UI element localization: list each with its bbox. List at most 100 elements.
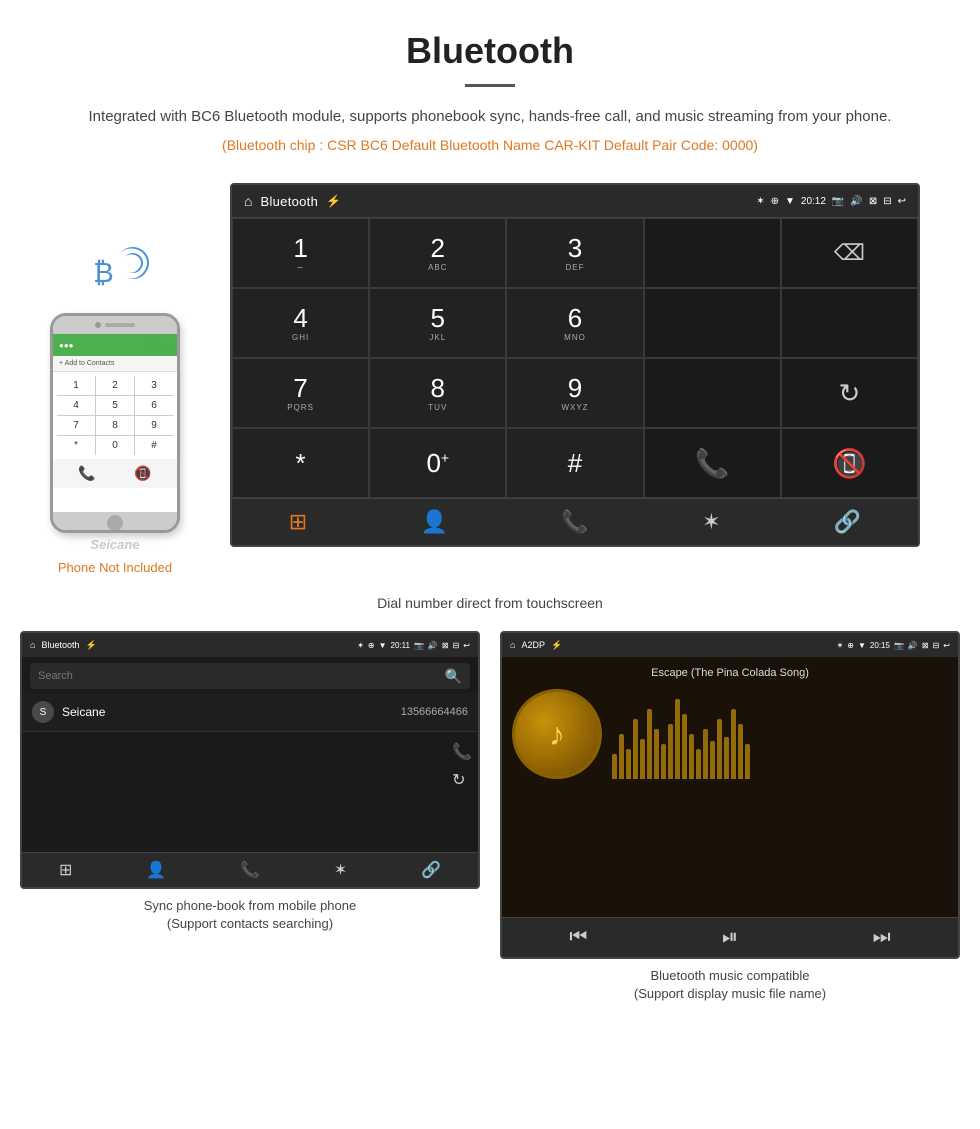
eq-bar-18 [731, 709, 736, 779]
music-bt-icon: ✶ [837, 641, 844, 650]
statusbar-usb-icon: ⚡ [326, 194, 341, 208]
bluetooth-icon: ₿ [93, 257, 114, 289]
dial-key-4[interactable]: 4 GHI [232, 288, 369, 358]
phone-screen-status: MORE [147, 341, 171, 350]
statusbar-back-icon: ↩ [898, 196, 906, 207]
pb-link-icon[interactable]: 🔗 [421, 860, 441, 880]
eq-bar-9 [668, 724, 673, 779]
music-playpause-icon[interactable]: ⏯ [722, 926, 738, 949]
phonebook-side-refresh-icon[interactable]: ↻ [452, 770, 472, 790]
dial-caption: Dial number direct from touchscreen [0, 595, 980, 611]
phonebook-screen: ⌂ Bluetooth ⚡ ✶ ⊕ ▼ 20:11 📷 🔊 ⊠ ⊟ ↩ [20, 631, 480, 889]
phonebook-side-phone-icon[interactable]: 📞 [452, 742, 472, 762]
page-header: Bluetooth Integrated with BC6 Bluetooth … [0, 0, 980, 183]
phone-screen-header: ●●● MORE [53, 334, 177, 356]
eq-bar-15 [710, 741, 715, 779]
statusbar-volume-icon: 🔊 [850, 196, 862, 207]
dial-key-9[interactable]: 9 WXYZ [506, 358, 643, 428]
music-vol-icon: 🔊 [908, 641, 918, 650]
dial-call-red[interactable]: 📵 [781, 428, 918, 498]
music-controls: ⏮ ⏯ ⏭ [502, 917, 958, 957]
contact-row[interactable]: S Seicane 13566664466 [22, 693, 478, 732]
dial-backspace[interactable]: ⌫ [781, 218, 918, 288]
statusbar-signal-icon: ▼ [785, 196, 795, 207]
phonebook-search-bar[interactable]: 🔍 [30, 663, 470, 689]
phonebook-signal-icon: ▼ [379, 641, 387, 650]
music-home-icon[interactable]: ⌂ [510, 640, 515, 650]
music-caption: Bluetooth music compatible(Support displ… [634, 967, 826, 1003]
dial-key-2[interactable]: 2 ABC [369, 218, 506, 288]
dial-key-5[interactable]: 5 JKL [369, 288, 506, 358]
phone-key-1: 1 [57, 376, 95, 395]
nav-phone-icon[interactable]: 📞 [561, 509, 588, 535]
music-back-icon: ↩ [943, 641, 950, 650]
nav-dialpad-icon[interactable]: ⊞ [289, 509, 307, 535]
eq-bar-13 [696, 749, 701, 779]
phonebook-vol-icon: 🔊 [428, 641, 438, 650]
contact-name: Seicane [62, 705, 401, 719]
contact-initial: S [32, 701, 54, 723]
page-title: Bluetooth [60, 30, 920, 72]
dial-empty-2 [644, 288, 781, 358]
phone-add-contact: + Add to Contacts [53, 356, 177, 372]
android-home-icon[interactable]: ⌂ [244, 193, 252, 209]
phone-key-7: 7 [57, 416, 95, 435]
pb-dialpad-icon[interactable]: ⊞ [59, 860, 72, 880]
phonebook-title: Bluetooth [41, 640, 79, 650]
music-source-title: A2DP [521, 640, 545, 650]
phonebook-search-input[interactable] [38, 670, 445, 682]
page-description: Integrated with BC6 Bluetooth module, su… [60, 105, 920, 129]
eq-bar-7 [654, 729, 659, 779]
dial-key-3[interactable]: 3 DEF [506, 218, 643, 288]
dial-key-6[interactable]: 6 MNO [506, 288, 643, 358]
dial-refresh[interactable]: ↻ [781, 358, 918, 428]
dial-key-star[interactable]: * [232, 428, 369, 498]
page-specs: (Bluetooth chip : CSR BC6 Default Blueto… [60, 137, 920, 153]
pb-phone-icon[interactable]: 📞 [240, 860, 260, 880]
music-statusbar-left: ⌂ A2DP ⚡ [510, 640, 562, 651]
nav-link-icon[interactable]: 🔗 [834, 509, 861, 535]
search-icon[interactable]: 🔍 [445, 668, 462, 685]
dialpad-grid: 1 ∽ 2 ABC 3 DEF ⌫ 4 GHI 5 JKL [232, 217, 918, 498]
main-content: ₿ ●●● MORE + Add to Contacts 1 2 3 [0, 183, 980, 575]
phonebook-statusbar-left: ⌂ Bluetooth ⚡ [30, 640, 97, 651]
dial-key-7[interactable]: 7 PQRS [232, 358, 369, 428]
music-x-icon: ⊠ [922, 641, 929, 650]
phonebook-wrap: ⌂ Bluetooth ⚡ ✶ ⊕ ▼ 20:11 📷 🔊 ⊠ ⊟ ↩ [20, 631, 480, 1003]
phone-key-8: 8 [96, 416, 134, 435]
phonebook-x-icon: ⊠ [442, 641, 449, 650]
statusbar-left: ⌂ Bluetooth ⚡ [244, 193, 341, 209]
phonebook-bottom-nav: ⊞ 👤 📞 ✶ 🔗 [22, 852, 478, 887]
eq-bar-8 [661, 744, 666, 779]
dial-empty-3 [781, 288, 918, 358]
phonebook-statusbar-right: ✶ ⊕ ▼ 20:11 📷 🔊 ⊠ ⊟ ↩ [357, 641, 470, 650]
pb-contacts-icon[interactable]: 👤 [146, 860, 166, 880]
eq-bar-5 [640, 739, 645, 779]
music-next-icon[interactable]: ⏭ [873, 926, 891, 949]
nav-bluetooth-icon[interactable]: ✶ [702, 509, 720, 535]
nav-contacts-icon[interactable]: 👤 [421, 509, 448, 535]
dial-key-0[interactable]: 0+ [369, 428, 506, 498]
phonebook-home-icon[interactable]: ⌂ [30, 640, 35, 650]
phone-key-3: 3 [135, 376, 173, 395]
statusbar-screen-icon: ⊟ [883, 196, 891, 207]
dial-key-1[interactable]: 1 ∽ [232, 218, 369, 288]
phone-key-9: 9 [135, 416, 173, 435]
music-content-area: Escape (The Pina Colada Song) ♪ [502, 657, 958, 917]
dial-empty-1 [644, 218, 781, 288]
dial-key-hash[interactable]: # [506, 428, 643, 498]
eq-bar-12 [689, 734, 694, 779]
eq-bar-14 [703, 729, 708, 779]
eq-bar-2 [619, 734, 624, 779]
phone-bottom [53, 512, 177, 533]
dial-key-8[interactable]: 8 TUV [369, 358, 506, 428]
phone-top [53, 316, 177, 334]
pb-bluetooth-icon[interactable]: ✶ [334, 860, 347, 880]
phone-key-0: 0 [96, 436, 134, 455]
eq-bar-16 [717, 719, 722, 779]
dial-call-green[interactable]: 📞 [644, 428, 781, 498]
music-prev-icon[interactable]: ⏮ [569, 926, 587, 949]
phonebook-statusbar: ⌂ Bluetooth ⚡ ✶ ⊕ ▼ 20:11 📷 🔊 ⊠ ⊟ ↩ [22, 633, 478, 657]
dial-empty-4 [644, 358, 781, 428]
phonebook-bt-icon: ✶ [357, 641, 364, 650]
